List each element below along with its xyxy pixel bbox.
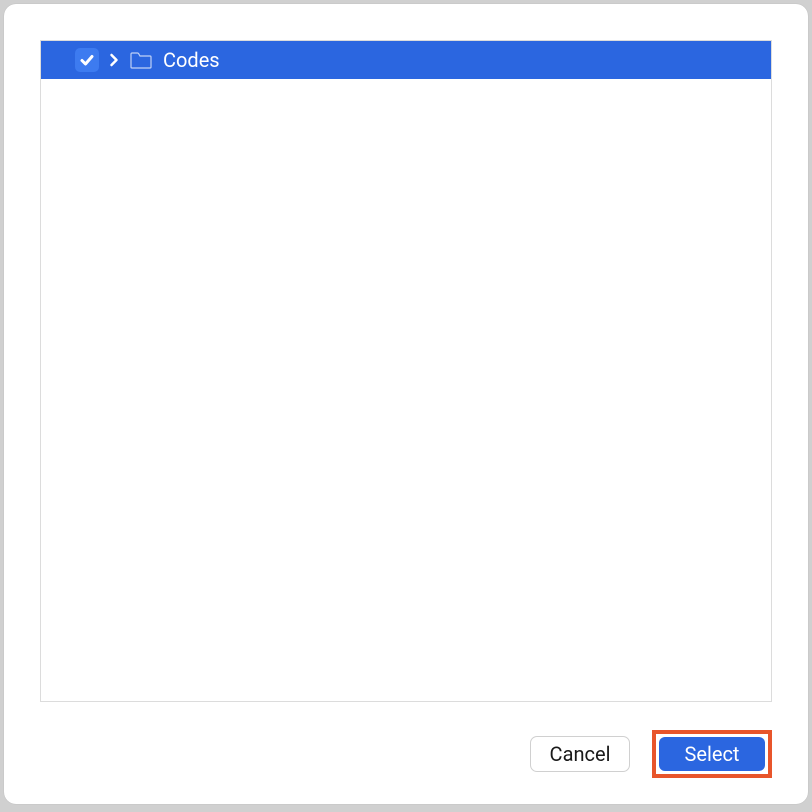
folder-icon — [129, 50, 153, 70]
folder-tree-panel[interactable]: Codes — [40, 40, 772, 702]
select-button[interactable]: Select — [659, 737, 765, 771]
folder-tree-row[interactable]: Codes — [41, 41, 771, 79]
checkmark-icon — [79, 52, 95, 68]
chevron-right-icon[interactable] — [109, 53, 119, 67]
select-button-highlight: Select — [652, 730, 772, 778]
folder-picker-dialog: Codes Cancel Select — [4, 4, 808, 804]
folder-label: Codes — [163, 48, 220, 72]
dialog-button-bar: Cancel Select — [40, 730, 772, 778]
cancel-button[interactable]: Cancel — [530, 736, 630, 772]
folder-checkbox[interactable] — [75, 48, 99, 72]
